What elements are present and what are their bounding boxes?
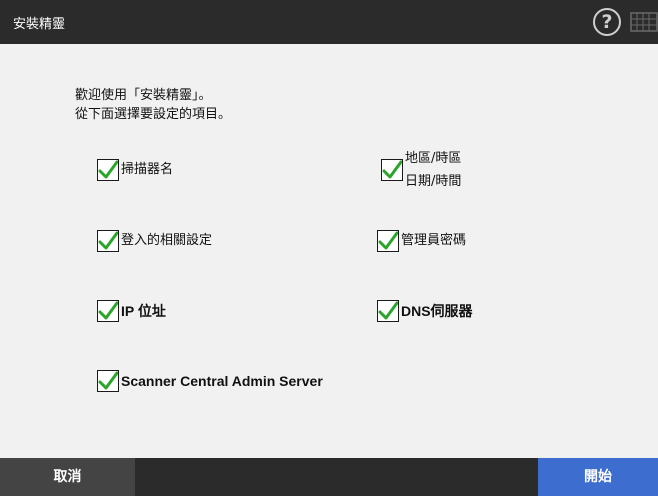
check-icon (378, 301, 398, 320)
check-icon (382, 160, 402, 179)
option-label-line-2: 日期/時間 (405, 174, 462, 189)
option-admin-password[interactable]: 管理員密碼 (377, 230, 466, 252)
intro-line-1: 歡迎使用「安裝精靈」。 (75, 88, 212, 103)
option-scanner-name[interactable]: 掃描器名 (97, 159, 173, 181)
check-icon (98, 231, 118, 250)
checkbox-login-settings[interactable] (97, 230, 119, 252)
intro-line-2: 從下面選擇要設定的項目。 (75, 107, 232, 122)
question-circle-icon: ? (601, 11, 613, 33)
option-region-datetime[interactable]: 地區/時區 日期/時間 (381, 147, 461, 193)
intro-text: 歡迎使用「安裝精靈」。 從下面選擇要設定的項目。 (75, 86, 231, 124)
option-ip-address[interactable]: IP 位址 (97, 300, 166, 322)
checkbox-region-datetime[interactable] (381, 159, 403, 181)
option-label: 登入的相關設定 (121, 233, 213, 248)
keyboard-button[interactable] (628, 8, 658, 36)
option-label: 掃描器名 (121, 162, 174, 177)
checkbox-admin-password[interactable] (377, 230, 399, 252)
check-icon (378, 231, 398, 250)
option-label: 管理員密碼 (401, 233, 467, 248)
option-label: Scanner Central Admin Server (121, 373, 323, 389)
check-icon (98, 160, 118, 179)
check-icon (98, 301, 118, 320)
option-label-line-1: 地區/時區 (405, 151, 462, 166)
checkbox-dns-server[interactable] (377, 300, 399, 322)
option-label: DNS伺服器 (401, 303, 473, 319)
title-bar: 安裝精靈 ? (0, 0, 658, 44)
check-icon (98, 371, 118, 390)
start-button[interactable]: 開始 (538, 458, 658, 496)
keyboard-icon (630, 12, 658, 32)
option-label: 地區/時區 日期/時間 (405, 147, 461, 193)
cancel-button[interactable]: 取消 (0, 458, 135, 496)
checkbox-ip-address[interactable] (97, 300, 119, 322)
option-scanner-central-admin[interactable]: Scanner Central Admin Server (97, 370, 323, 392)
window-title: 安裝精靈 (13, 17, 66, 32)
option-dns-server[interactable]: DNS伺服器 (377, 300, 473, 322)
help-button[interactable]: ? (593, 8, 621, 36)
checkbox-scanner-central-admin[interactable] (97, 370, 119, 392)
option-label: IP 位址 (121, 303, 166, 319)
checkbox-scanner-name[interactable] (97, 159, 119, 181)
option-login-settings[interactable]: 登入的相關設定 (97, 230, 212, 252)
